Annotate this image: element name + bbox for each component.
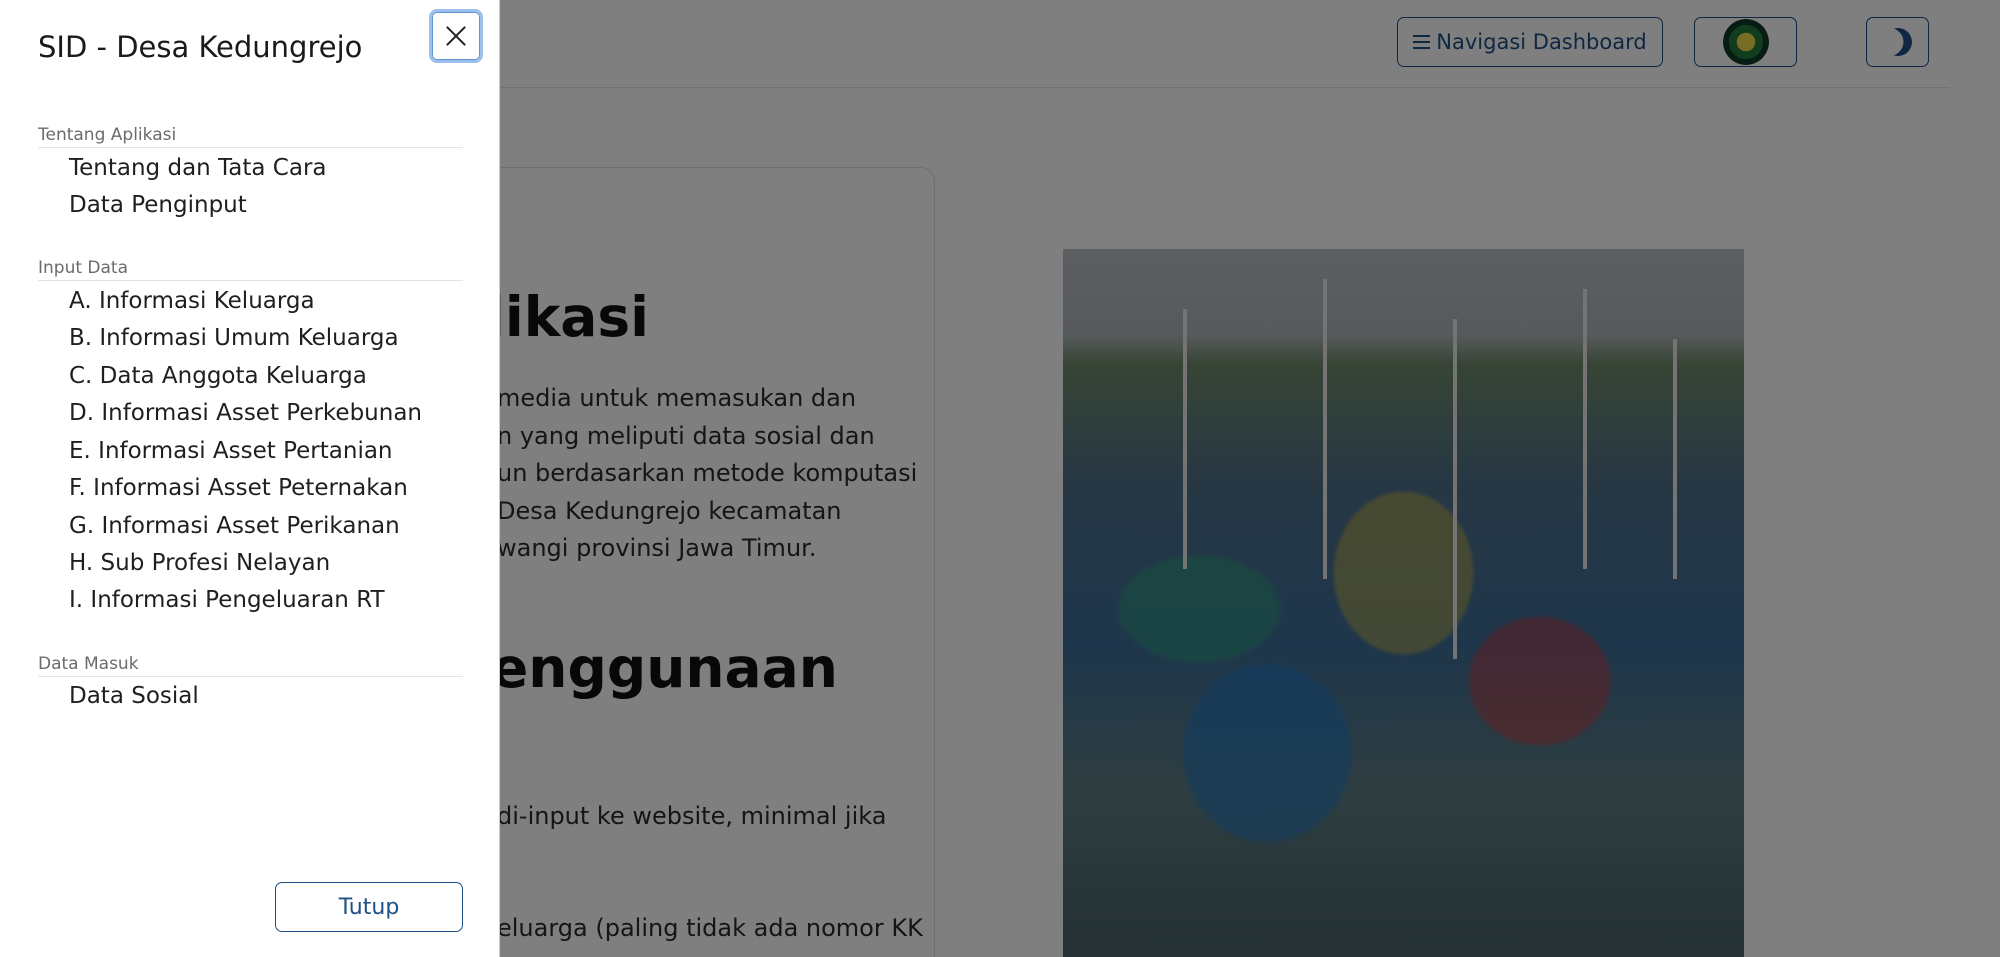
offcanvas-sidebar: SID - Desa Kedungrejo Tentang Aplikasi T… xyxy=(0,0,500,957)
menu-item-asset-pertanian[interactable]: E. Informasi Asset Pertanian xyxy=(69,434,393,468)
menu-item-sub-profesi-nelayan[interactable]: H. Sub Profesi Nelayan xyxy=(69,546,330,580)
section-label-data-masuk: Data Masuk xyxy=(38,654,463,677)
menu-item-informasi-keluarga[interactable]: A. Informasi Keluarga xyxy=(69,284,315,318)
menu-item-tentang-dan-tata-cara[interactable]: Tentang dan Tata Cara xyxy=(69,151,327,185)
menu-item-informasi-umum-keluarga[interactable]: B. Informasi Umum Keluarga xyxy=(69,321,399,355)
menu-item-pengeluaran-rt[interactable]: I. Informasi Pengeluaran RT xyxy=(69,583,385,617)
menu-item-data-anggota-keluarga[interactable]: C. Data Anggota Keluarga xyxy=(69,359,367,393)
tutup-button[interactable]: Tutup xyxy=(275,882,463,932)
menu-item-asset-perkebunan[interactable]: D. Informasi Asset Perkebunan xyxy=(69,396,422,430)
section-label-tentang-aplikasi: Tentang Aplikasi xyxy=(38,125,463,148)
section-label-input-data: Input Data xyxy=(38,258,463,281)
menu-item-asset-perikanan[interactable]: G. Informasi Asset Perikanan xyxy=(69,509,400,543)
menu-item-data-sosial[interactable]: Data Sosial xyxy=(69,679,199,713)
menu-item-asset-peternakan[interactable]: F. Informasi Asset Peternakan xyxy=(69,471,408,505)
offcanvas-close-button[interactable] xyxy=(429,9,483,63)
menu-item-data-penginput[interactable]: Data Penginput xyxy=(69,188,247,222)
offcanvas-title: SID - Desa Kedungrejo xyxy=(38,30,363,64)
close-icon xyxy=(445,25,467,47)
